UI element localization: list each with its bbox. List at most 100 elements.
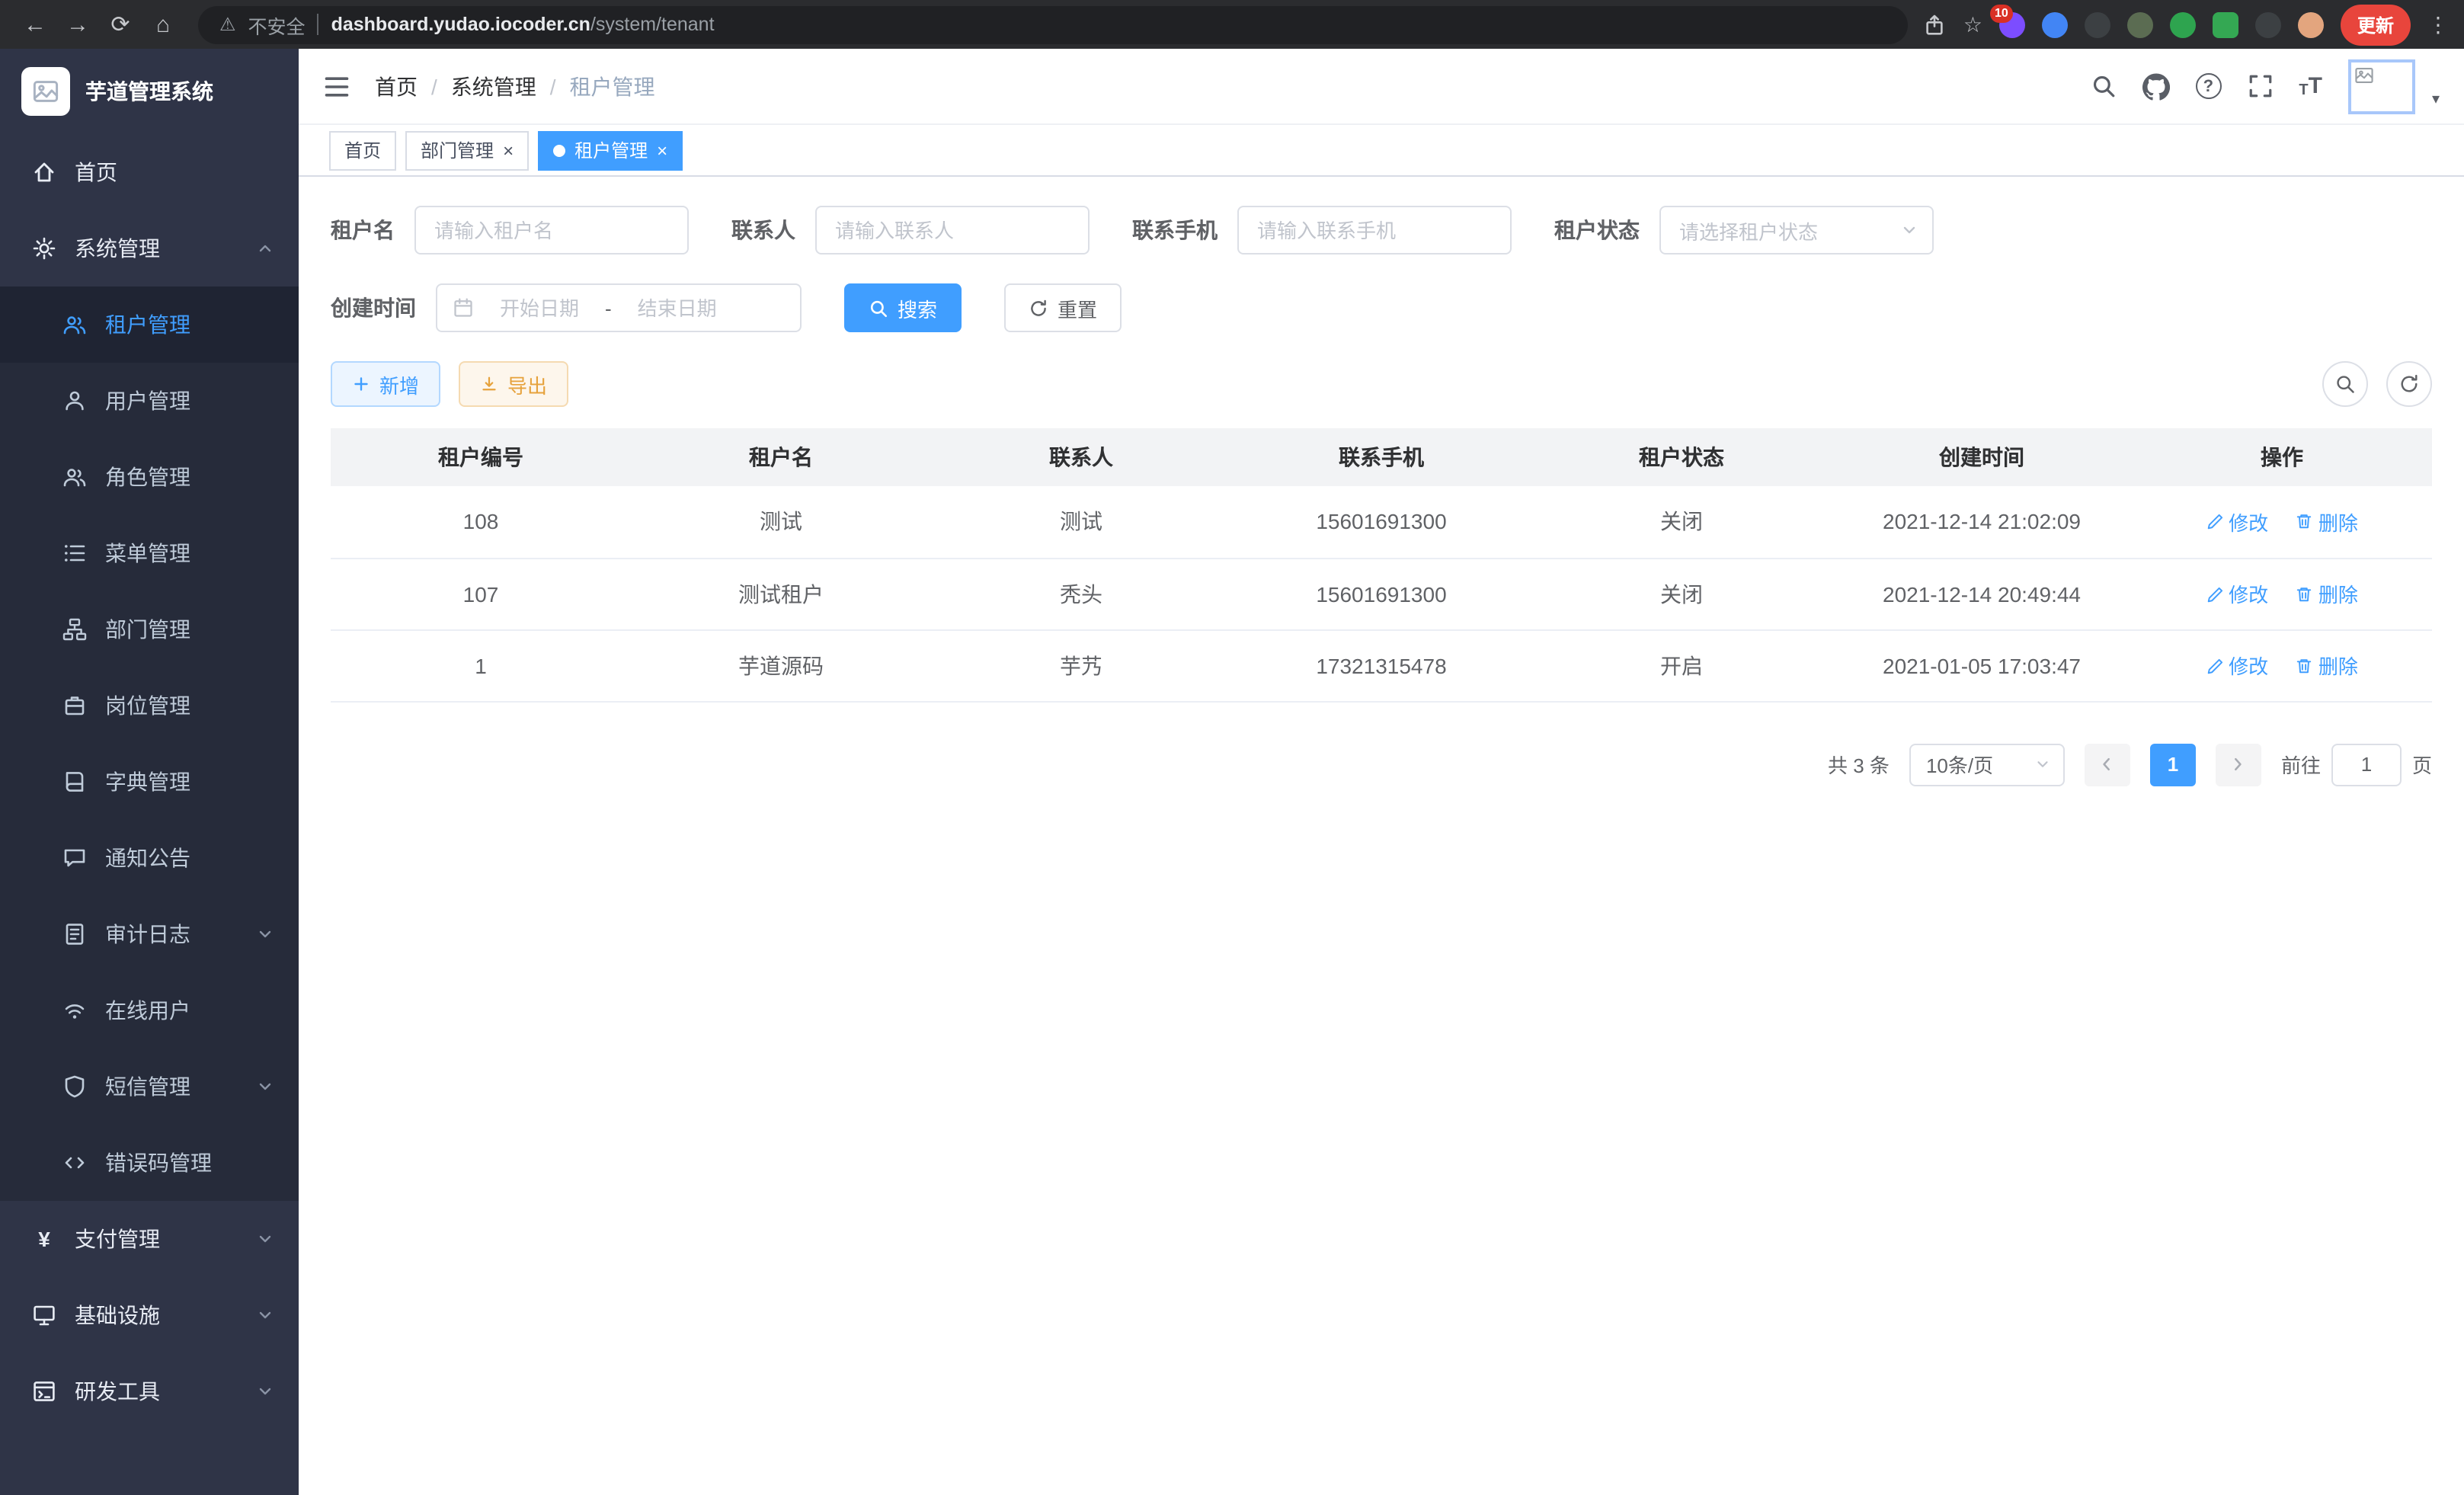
search-button[interactable]: 搜索 [844,283,962,332]
sidebar-item-post[interactable]: 岗位管理 [0,667,299,744]
wifi-icon [62,998,87,1023]
sidebar-group-devtools[interactable]: 研发工具 [0,1353,299,1429]
page-size-value: 10条/页 [1926,750,1993,779]
browser-home-button[interactable]: ⌂ [143,5,183,44]
sidebar-item-label: 短信管理 [105,1071,190,1102]
tab-home[interactable]: 首页 [329,130,396,170]
close-icon[interactable]: × [657,141,667,159]
cell-status: 关闭 [1531,558,1832,629]
edit-tenant-link[interactable]: 修改 [2206,507,2268,536]
share-icon[interactable] [1924,13,1947,36]
avatar-caret-icon[interactable]: ▾ [2432,91,2440,114]
font-size-icon[interactable]: TT [2299,73,2322,99]
status-select[interactable]: 请选择租户状态 [1659,206,1934,255]
browser-back-button[interactable]: ← [15,5,55,44]
browser-update-button[interactable]: 更新 [2341,4,2411,45]
column-header: 租户名 [631,428,931,486]
logo-image [21,67,70,116]
sidebar-group-payment[interactable]: ¥ 支付管理 [0,1201,299,1277]
sidebar-item-online-user[interactable]: 在线用户 [0,972,299,1048]
sidebar-item-dict[interactable]: 字典管理 [0,744,299,820]
app-logo[interactable]: 芋道管理系统 [0,49,299,134]
tab-dept[interactable]: 部门管理 × [405,130,529,170]
sidebar-item-menu[interactable]: 菜单管理 [0,515,299,591]
date-range-picker[interactable]: - [436,283,802,332]
cell-status: 关闭 [1531,486,1832,558]
help-icon[interactable]: ? [2195,73,2221,99]
mobile-input[interactable] [1237,206,1512,255]
sidebar-group-infra[interactable]: 基础设施 [0,1277,299,1353]
filter-contact: 联系人 [731,206,1090,255]
edit-tenant-link[interactable]: 修改 [2206,579,2268,608]
browser-profile-avatar[interactable] [2298,11,2324,37]
bookmark-star-icon[interactable]: ☆ [1963,11,1982,37]
sidebar-group-system[interactable]: 系统管理 [0,210,299,287]
sidebar-item-label: 角色管理 [105,462,190,492]
browser-forward-button[interactable]: → [58,5,98,44]
sidebar-item-dept[interactable]: 部门管理 [0,591,299,667]
tenant-name-input[interactable] [414,206,689,255]
browser-reload-button[interactable]: ⟳ [101,5,140,44]
column-header: 创建时间 [1832,428,2132,486]
add-button[interactable]: 新增 [331,361,440,407]
contact-input[interactable] [815,206,1090,255]
goto-page-input[interactable] [2331,743,2402,786]
search-icon[interactable] [2090,73,2116,99]
cell-contact: 测试 [931,486,1231,558]
sidebar-group-sms[interactable]: 短信管理 [0,1048,299,1125]
extension-icon-1[interactable]: 10 [1999,11,2025,37]
breadcrumb-system[interactable]: 系统管理 [451,71,536,101]
page-number-button[interactable]: 1 [2150,743,2196,786]
date-start-input[interactable] [483,296,596,319]
cell-tenant-name: 芋道源码 [631,629,931,701]
tab-tenant[interactable]: 租户管理 × [538,130,683,170]
extension-icon-7[interactable] [2255,11,2281,37]
sidebar-toggle-icon[interactable] [323,72,350,100]
filter-create-time: 创建时间 - [331,283,802,332]
export-button[interactable]: 导出 [459,361,568,407]
fullscreen-icon[interactable] [2247,73,2273,99]
prev-page-button[interactable] [2085,743,2130,786]
github-icon[interactable] [2142,72,2169,100]
reset-button[interactable]: 重置 [1004,283,1122,332]
delete-tenant-link[interactable]: 删除 [2296,651,2358,680]
sidebar-item-home[interactable]: 首页 [0,134,299,210]
sidebar-item-error-code[interactable]: 错误码管理 [0,1125,299,1201]
page-size-select[interactable]: 10条/页 [1909,743,2065,786]
sidebar-item-role[interactable]: 角色管理 [0,439,299,515]
browser-menu-icon[interactable]: ⋮ [2427,11,2449,37]
delete-tenant-link[interactable]: 删除 [2296,579,2358,608]
cell-mobile: 15601691300 [1231,486,1531,558]
sidebar-item-tenant[interactable]: 租户管理 [0,287,299,363]
breadcrumb-home[interactable]: 首页 [375,71,418,101]
sidebar-item-notice[interactable]: 通知公告 [0,820,299,896]
user-avatar[interactable] [2348,59,2415,114]
extension-icon-4[interactable] [2127,11,2153,37]
next-page-button[interactable] [2216,743,2261,786]
table-row: 1 芋道源码 芋艿 17321315478 开启 2021-01-05 17:0… [331,629,2432,701]
sidebar-item-label: 字典管理 [105,767,190,797]
home-icon [32,160,56,184]
extension-icon-2[interactable] [2042,11,2068,37]
briefcase-icon [62,693,87,718]
sidebar-item-label: 租户管理 [105,309,190,340]
column-header: 联系手机 [1231,428,1531,486]
page-content: 租户名 联系人 联系手机 租户状态 请选择租户状态 [299,177,2464,1495]
extension-icon-6[interactable] [2213,11,2238,37]
hide-search-button[interactable] [2322,361,2368,407]
reset-button-label: 重置 [1058,293,1097,322]
sidebar-item-user[interactable]: 用户管理 [0,363,299,439]
address-bar[interactable]: ⚠ 不安全 dashboard.yudao.iocoder.cn/system/… [198,5,1909,43]
close-icon[interactable]: × [503,141,514,159]
extension-icon-5[interactable] [2170,11,2196,37]
extension-icon-3[interactable] [2085,11,2110,37]
org-tree-icon [62,617,87,642]
date-end-input[interactable] [621,296,734,319]
delete-tenant-link[interactable]: 删除 [2296,507,2358,536]
status-select-placeholder: 请选择租户状态 [1679,216,1818,245]
sidebar-group-audit-log[interactable]: 审计日志 [0,896,299,972]
refresh-button[interactable] [2386,361,2432,407]
filter-form-row-2: 创建时间 - 搜索 重置 [331,283,2432,332]
edit-tenant-link[interactable]: 修改 [2206,651,2268,680]
cell-tenant-name: 测试租户 [631,558,931,629]
